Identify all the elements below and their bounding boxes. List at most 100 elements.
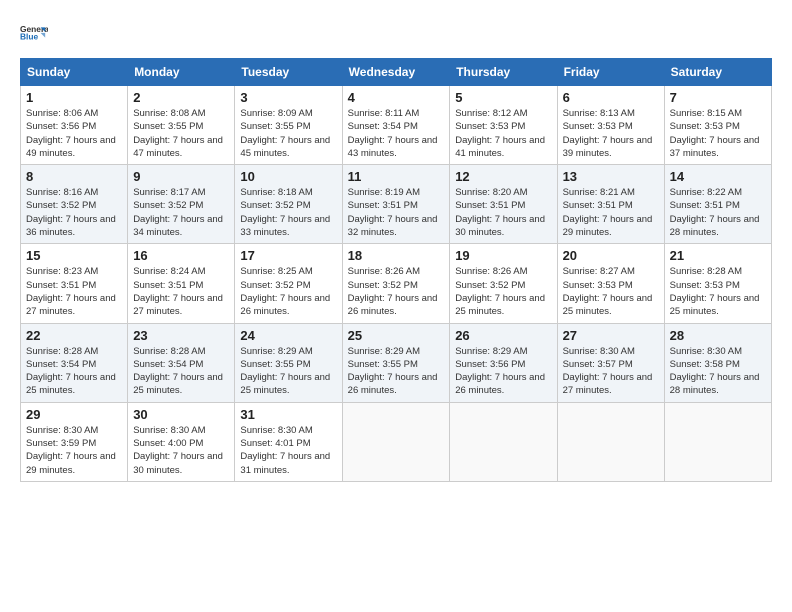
day-info: Sunrise: 8:08 AMSunset: 3:55 PMDaylight:… (133, 107, 229, 160)
day-info: Sunrise: 8:29 AMSunset: 3:55 PMDaylight:… (240, 345, 336, 398)
day-info: Sunrise: 8:26 AMSunset: 3:52 PMDaylight:… (348, 265, 445, 318)
day-number: 13 (563, 169, 659, 184)
day-info: Sunrise: 8:15 AMSunset: 3:53 PMDaylight:… (670, 107, 766, 160)
day-info: Sunrise: 8:21 AMSunset: 3:51 PMDaylight:… (563, 186, 659, 239)
calendar-cell: 9 Sunrise: 8:17 AMSunset: 3:52 PMDaylight… (128, 165, 235, 244)
page: General Blue SundayMondayTuesdayWednesda… (0, 0, 792, 492)
day-number: 15 (26, 248, 122, 263)
logo-icon: General Blue (20, 18, 48, 46)
day-info: Sunrise: 8:12 AMSunset: 3:53 PMDaylight:… (455, 107, 551, 160)
day-number: 16 (133, 248, 229, 263)
calendar-cell: 22 Sunrise: 8:28 AMSunset: 3:54 PMDayligh… (21, 323, 128, 402)
day-number: 23 (133, 328, 229, 343)
calendar-cell: 24 Sunrise: 8:29 AMSunset: 3:55 PMDayligh… (235, 323, 342, 402)
calendar-header-row: SundayMondayTuesdayWednesdayThursdayFrid… (21, 59, 772, 86)
calendar-cell: 26 Sunrise: 8:29 AMSunset: 3:56 PMDayligh… (450, 323, 557, 402)
calendar-cell: 20 Sunrise: 8:27 AMSunset: 3:53 PMDayligh… (557, 244, 664, 323)
calendar-cell: 8 Sunrise: 8:16 AMSunset: 3:52 PMDaylight… (21, 165, 128, 244)
day-info: Sunrise: 8:28 AMSunset: 3:53 PMDaylight:… (670, 265, 766, 318)
day-info: Sunrise: 8:06 AMSunset: 3:56 PMDaylight:… (26, 107, 122, 160)
day-info: Sunrise: 8:11 AMSunset: 3:54 PMDaylight:… (348, 107, 445, 160)
day-number: 10 (240, 169, 336, 184)
day-number: 26 (455, 328, 551, 343)
day-info: Sunrise: 8:30 AMSunset: 4:00 PMDaylight:… (133, 424, 229, 477)
calendar-cell: 1 Sunrise: 8:06 AMSunset: 3:56 PMDaylight… (21, 86, 128, 165)
day-number: 12 (455, 169, 551, 184)
day-info: Sunrise: 8:20 AMSunset: 3:51 PMDaylight:… (455, 186, 551, 239)
day-number: 25 (348, 328, 445, 343)
day-number: 21 (670, 248, 766, 263)
day-info: Sunrise: 8:28 AMSunset: 3:54 PMDaylight:… (133, 345, 229, 398)
day-number: 18 (348, 248, 445, 263)
calendar-cell: 11 Sunrise: 8:19 AMSunset: 3:51 PMDayligh… (342, 165, 450, 244)
day-info: Sunrise: 8:26 AMSunset: 3:52 PMDaylight:… (455, 265, 551, 318)
day-info: Sunrise: 8:13 AMSunset: 3:53 PMDaylight:… (563, 107, 659, 160)
day-number: 6 (563, 90, 659, 105)
calendar-week-3: 22 Sunrise: 8:28 AMSunset: 3:54 PMDayligh… (21, 323, 772, 402)
day-info: Sunrise: 8:19 AMSunset: 3:51 PMDaylight:… (348, 186, 445, 239)
calendar-cell: 5 Sunrise: 8:12 AMSunset: 3:53 PMDaylight… (450, 86, 557, 165)
calendar-cell: 21 Sunrise: 8:28 AMSunset: 3:53 PMDayligh… (664, 244, 771, 323)
day-number: 20 (563, 248, 659, 263)
day-info: Sunrise: 8:09 AMSunset: 3:55 PMDaylight:… (240, 107, 336, 160)
calendar-cell (450, 402, 557, 481)
day-info: Sunrise: 8:25 AMSunset: 3:52 PMDaylight:… (240, 265, 336, 318)
calendar-cell: 15Sunrise: 8:23 AMSunset: 3:51 PMDayligh… (21, 244, 128, 323)
calendar-cell: 31Sunrise: 8:30 AMSunset: 4:01 PMDayligh… (235, 402, 342, 481)
day-number: 5 (455, 90, 551, 105)
day-info: Sunrise: 8:18 AMSunset: 3:52 PMDaylight:… (240, 186, 336, 239)
day-number: 8 (26, 169, 122, 184)
day-number: 19 (455, 248, 551, 263)
calendar-cell: 14 Sunrise: 8:22 AMSunset: 3:51 PMDayligh… (664, 165, 771, 244)
calendar-cell: 13 Sunrise: 8:21 AMSunset: 3:51 PMDayligh… (557, 165, 664, 244)
day-number: 14 (670, 169, 766, 184)
calendar-header-friday: Friday (557, 59, 664, 86)
svg-text:Blue: Blue (20, 31, 38, 41)
day-number: 11 (348, 169, 445, 184)
day-info: Sunrise: 8:30 AMSunset: 3:57 PMDaylight:… (563, 345, 659, 398)
calendar-cell: 29Sunrise: 8:30 AMSunset: 3:59 PMDayligh… (21, 402, 128, 481)
day-info: Sunrise: 8:16 AMSunset: 3:52 PMDaylight:… (26, 186, 122, 239)
calendar-cell: 7 Sunrise: 8:15 AMSunset: 3:53 PMDaylight… (664, 86, 771, 165)
calendar-cell: 23 Sunrise: 8:28 AMSunset: 3:54 PMDayligh… (128, 323, 235, 402)
day-number: 27 (563, 328, 659, 343)
calendar-cell (557, 402, 664, 481)
calendar-week-2: 15Sunrise: 8:23 AMSunset: 3:51 PMDayligh… (21, 244, 772, 323)
day-number: 4 (348, 90, 445, 105)
calendar-header-tuesday: Tuesday (235, 59, 342, 86)
day-number: 29 (26, 407, 122, 422)
day-info: Sunrise: 8:27 AMSunset: 3:53 PMDaylight:… (563, 265, 659, 318)
calendar-cell: 19 Sunrise: 8:26 AMSunset: 3:52 PMDayligh… (450, 244, 557, 323)
calendar-week-0: 1 Sunrise: 8:06 AMSunset: 3:56 PMDaylight… (21, 86, 772, 165)
calendar-cell: 30 Sunrise: 8:30 AMSunset: 4:00 PMDayligh… (128, 402, 235, 481)
calendar-header-sunday: Sunday (21, 59, 128, 86)
day-number: 24 (240, 328, 336, 343)
calendar-cell (342, 402, 450, 481)
day-number: 17 (240, 248, 336, 263)
calendar-cell: 2 Sunrise: 8:08 AMSunset: 3:55 PMDaylight… (128, 86, 235, 165)
calendar-cell: 3 Sunrise: 8:09 AMSunset: 3:55 PMDaylight… (235, 86, 342, 165)
day-info: Sunrise: 8:29 AMSunset: 3:56 PMDaylight:… (455, 345, 551, 398)
calendar-cell: 10 Sunrise: 8:18 AMSunset: 3:52 PMDayligh… (235, 165, 342, 244)
day-number: 28 (670, 328, 766, 343)
calendar-header-thursday: Thursday (450, 59, 557, 86)
calendar-cell: 16Sunrise: 8:24 AMSunset: 3:51 PMDayligh… (128, 244, 235, 323)
day-number: 3 (240, 90, 336, 105)
day-info: Sunrise: 8:17 AMSunset: 3:52 PMDaylight:… (133, 186, 229, 239)
day-number: 1 (26, 90, 122, 105)
calendar-cell: 28 Sunrise: 8:30 AMSunset: 3:58 PMDayligh… (664, 323, 771, 402)
day-number: 30 (133, 407, 229, 422)
logo: General Blue (20, 18, 48, 46)
calendar-cell: 6 Sunrise: 8:13 AMSunset: 3:53 PMDaylight… (557, 86, 664, 165)
calendar-header-wednesday: Wednesday (342, 59, 450, 86)
day-info: Sunrise: 8:22 AMSunset: 3:51 PMDaylight:… (670, 186, 766, 239)
day-number: 9 (133, 169, 229, 184)
day-info: Sunrise: 8:30 AMSunset: 3:58 PMDaylight:… (670, 345, 766, 398)
day-number: 2 (133, 90, 229, 105)
day-number: 22 (26, 328, 122, 343)
day-number: 7 (670, 90, 766, 105)
calendar-week-4: 29Sunrise: 8:30 AMSunset: 3:59 PMDayligh… (21, 402, 772, 481)
calendar-table: SundayMondayTuesdayWednesdayThursdayFrid… (20, 58, 772, 482)
day-number: 31 (240, 407, 336, 422)
day-info: Sunrise: 8:28 AMSunset: 3:54 PMDaylight:… (26, 345, 122, 398)
